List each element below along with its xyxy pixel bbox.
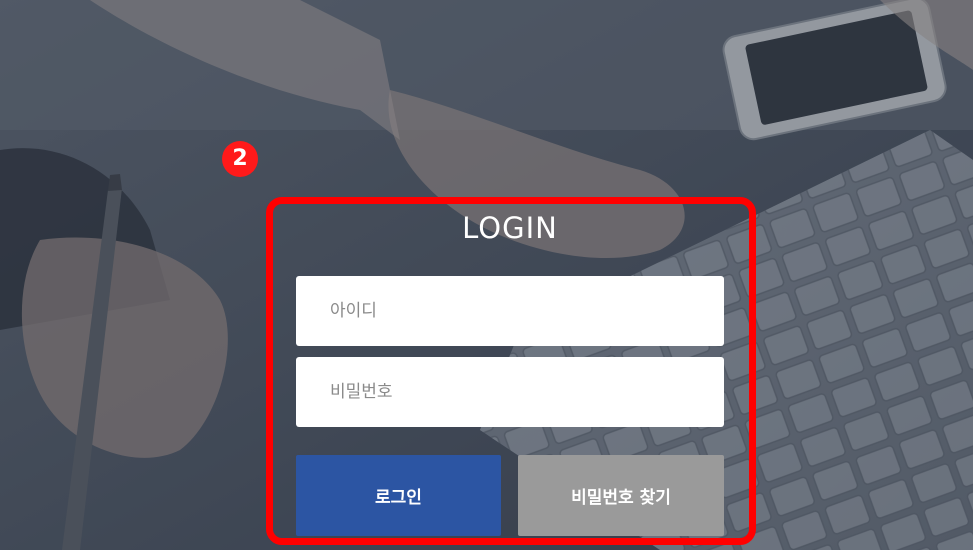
- find-password-button[interactable]: 비밀번호 찾기: [518, 455, 724, 536]
- login-title: LOGIN: [462, 211, 558, 245]
- id-input[interactable]: [296, 276, 724, 346]
- step-number-badge: 2: [222, 141, 258, 177]
- password-input[interactable]: [296, 357, 724, 427]
- login-page: 2 LOGIN 로그인 비밀번호 찾기: [0, 0, 973, 550]
- login-button[interactable]: 로그인: [296, 455, 501, 536]
